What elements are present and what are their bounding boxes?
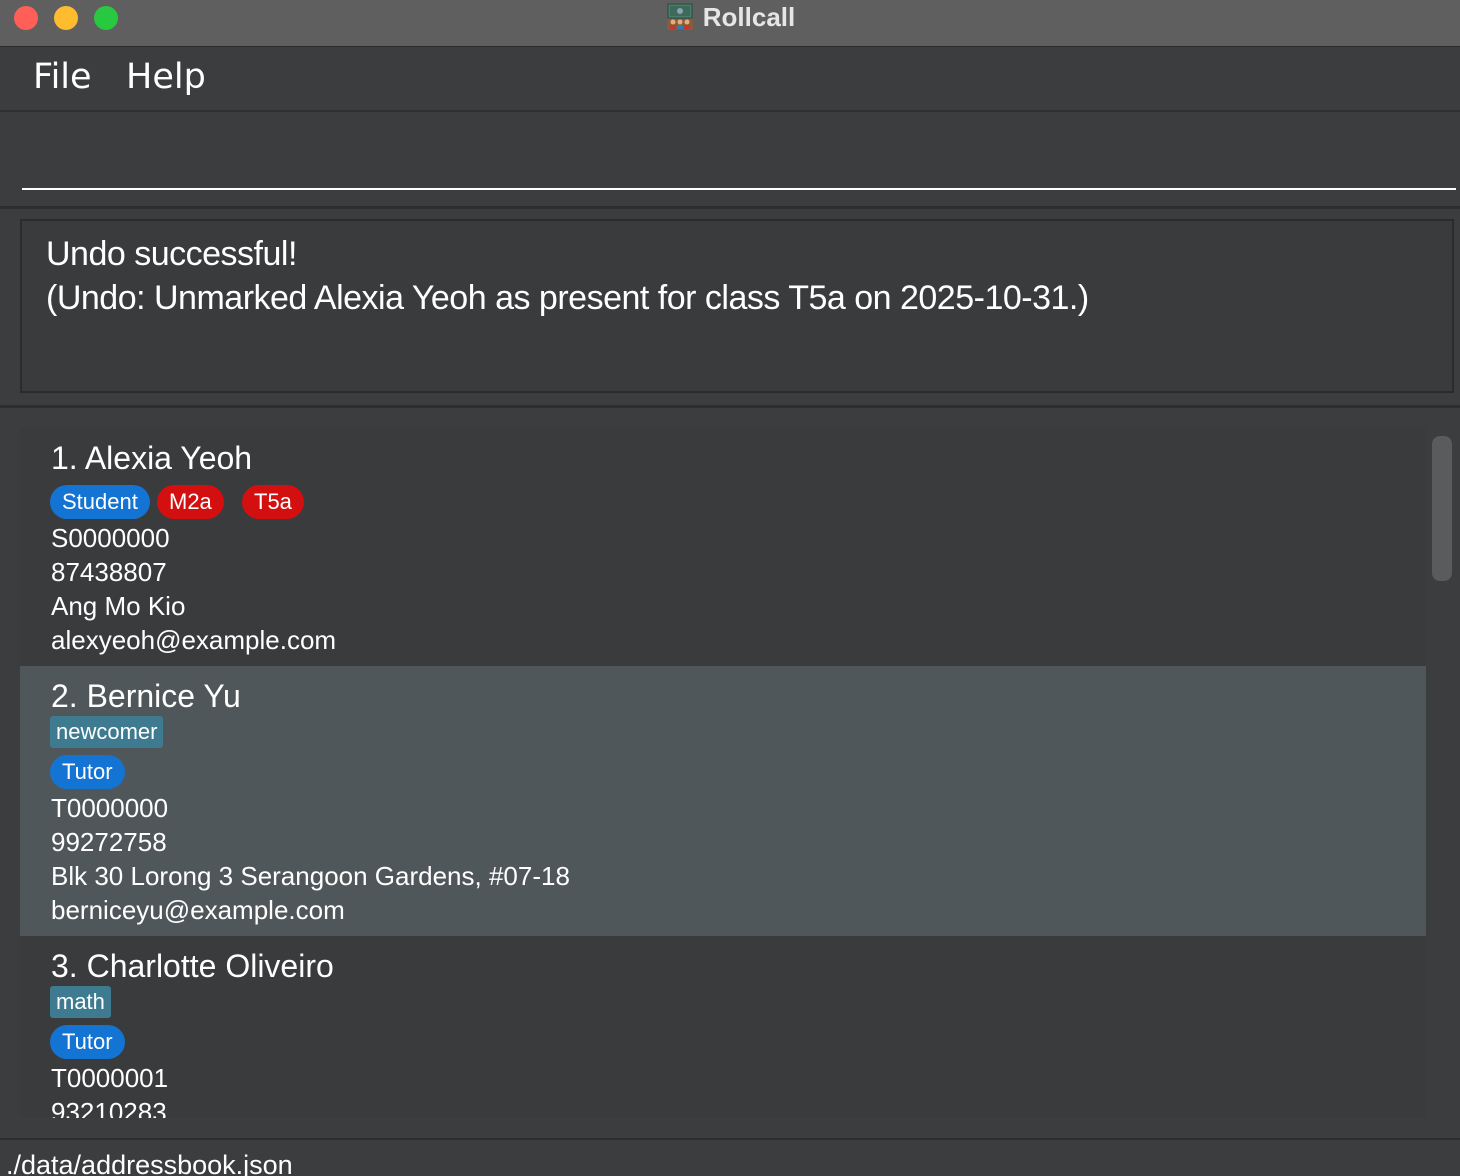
person-list[interactable]: 1. Alexia Yeoh Student M2a T5a S0000000 …: [20, 428, 1426, 1118]
person-id: T0000001: [51, 1063, 169, 1093]
title-bar: Rollcall: [0, 0, 1460, 47]
command-box-area: [0, 112, 1460, 209]
result-display-area: Undo successful! (Undo: Unmarked Alexia …: [0, 209, 1460, 408]
menu-file[interactable]: File: [33, 57, 92, 97]
person-email: berniceyu@example.com: [51, 895, 345, 925]
person-id: S0000000: [51, 523, 170, 553]
status-bar: ./data/addressbook.json: [0, 1138, 1460, 1176]
result-display: Undo successful! (Undo: Unmarked Alexia …: [20, 219, 1454, 393]
class-badge: M2a: [157, 485, 224, 519]
person-card[interactable]: 1. Alexia Yeoh Student M2a T5a S0000000 …: [20, 428, 1426, 666]
menu-help[interactable]: Help: [126, 57, 206, 97]
role-badge: Tutor: [50, 1025, 125, 1059]
save-file-path: ./data/addressbook.json: [6, 1150, 293, 1176]
person-tag: math: [50, 986, 111, 1018]
title-group: Rollcall: [0, 0, 1460, 34]
class-badge: T5a: [242, 485, 304, 519]
person-list-panel: 1. Alexia Yeoh Student M2a T5a S0000000 …: [0, 408, 1460, 1138]
result-message: Undo successful!: [46, 235, 297, 273]
person-address: Blk 30 Lorong 3 Serangoon Gardens, #07-1…: [51, 861, 570, 891]
command-input[interactable]: [22, 122, 1456, 190]
role-badge: Tutor: [50, 755, 125, 789]
role-badge: Student: [50, 485, 150, 519]
app-window: Rollcall File Help Undo successful! (Und…: [0, 0, 1460, 1176]
person-id: T0000000: [51, 793, 169, 823]
person-name: 1. Alexia Yeoh: [51, 440, 253, 476]
person-name: 2. Bernice Yu: [51, 678, 241, 714]
person-phone: 87438807: [51, 557, 167, 587]
person-phone: 93210283: [51, 1097, 167, 1118]
person-name: 3. Charlotte Oliveiro: [51, 948, 334, 984]
person-phone: 99272758: [51, 827, 167, 857]
person-tag: newcomer: [50, 716, 164, 748]
classroom-icon: [665, 2, 695, 32]
window-title: Rollcall: [702, 1, 796, 32]
person-address: Ang Mo Kio: [51, 591, 186, 621]
result-detail: (Undo: Unmarked Alexia Yeoh as present f…: [46, 279, 1089, 317]
person-email: alexyeoh@example.com: [51, 625, 337, 655]
person-card-selected[interactable]: 2. Bernice Yu newcomer Tutor T0000000 99…: [20, 666, 1426, 936]
list-scrollbar[interactable]: [1432, 436, 1452, 581]
person-card[interactable]: 3. Charlotte Oliveiro math Tutor T000000…: [20, 936, 1426, 1118]
menu-bar: File Help: [0, 47, 1460, 112]
